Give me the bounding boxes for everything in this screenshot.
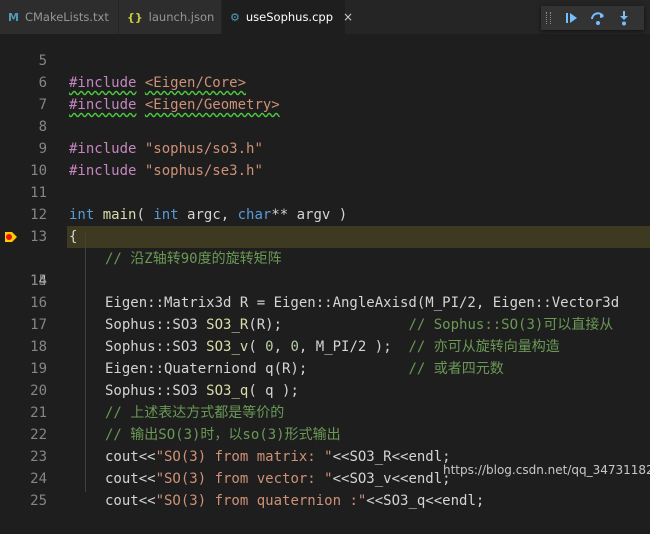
- code-line: 8 #include "sophus/so3.h": [0, 94, 650, 157]
- code-editor[interactable]: 5 #include <Eigen/Core> 6 #include <Eige…: [0, 34, 650, 509]
- code-line: 19 Sophus::SO3 SO3_q( q );: [0, 336, 650, 399]
- step-into-icon[interactable]: [615, 9, 633, 27]
- code-line: 13 // 沿Z轴转90度的旋转矩阵: [0, 204, 650, 267]
- code-line-current: 14 Eigen::Matrix3d R = Eigen::AngleAxisd…: [0, 226, 650, 311]
- code-line: 9 #include "sophus/se3.h": [0, 116, 650, 179]
- code-line: 16 Sophus::SO3 SO3_R(R); // Sophus::SO(3…: [0, 270, 650, 333]
- code-line: 15: [0, 248, 650, 289]
- line-number: 25: [30, 493, 47, 509]
- tab-label: CMakeLists.txt: [24, 10, 109, 24]
- code-line: 20 // 上述表达方式都是等价的: [0, 358, 650, 421]
- code-line: 17 Sophus::SO3 SO3_v( 0, 0, M_PI/2 ); //…: [0, 292, 650, 355]
- watermark: https://blog.csdn.net/qq_34731182: [443, 463, 650, 477]
- code-line: 7: [0, 72, 650, 113]
- json-file-icon: {}: [127, 10, 143, 24]
- drag-handle[interactable]: [546, 12, 551, 24]
- code-line: 5 #include <Eigen/Core>: [0, 28, 650, 91]
- code-line: 21 // 输出SO(3)时，以so(3)形式输出: [0, 380, 650, 443]
- breakpoint-arrow-icon[interactable]: [4, 231, 18, 243]
- continue-icon[interactable]: [563, 9, 581, 27]
- cmake-file-icon: M: [8, 10, 19, 24]
- code-line: 10: [0, 138, 650, 179]
- code-line: 18 Eigen::Quaterniond q(R); // 或者四元数: [0, 314, 650, 377]
- code-line: 12 {: [0, 182, 650, 245]
- code-line: 23 cout<<"SO(3) from vector: "<<SO3_v<<e…: [0, 424, 650, 487]
- cpp-file-icon: ⚙: [230, 10, 240, 24]
- tab-label: launch.json: [148, 10, 215, 24]
- step-over-icon[interactable]: [589, 9, 607, 27]
- code-line: 11 int main( int argc, char** argv ): [0, 160, 650, 223]
- debug-toolbar: [541, 6, 644, 30]
- code-line: 6 #include <Eigen/Geometry>: [0, 50, 650, 113]
- close-tab-icon[interactable]: ×: [343, 10, 353, 24]
- code-line: 22 cout<<"SO(3) from matrix: "<<SO3_R<<e…: [0, 402, 650, 465]
- tab-label: useSophus.cpp: [245, 10, 334, 24]
